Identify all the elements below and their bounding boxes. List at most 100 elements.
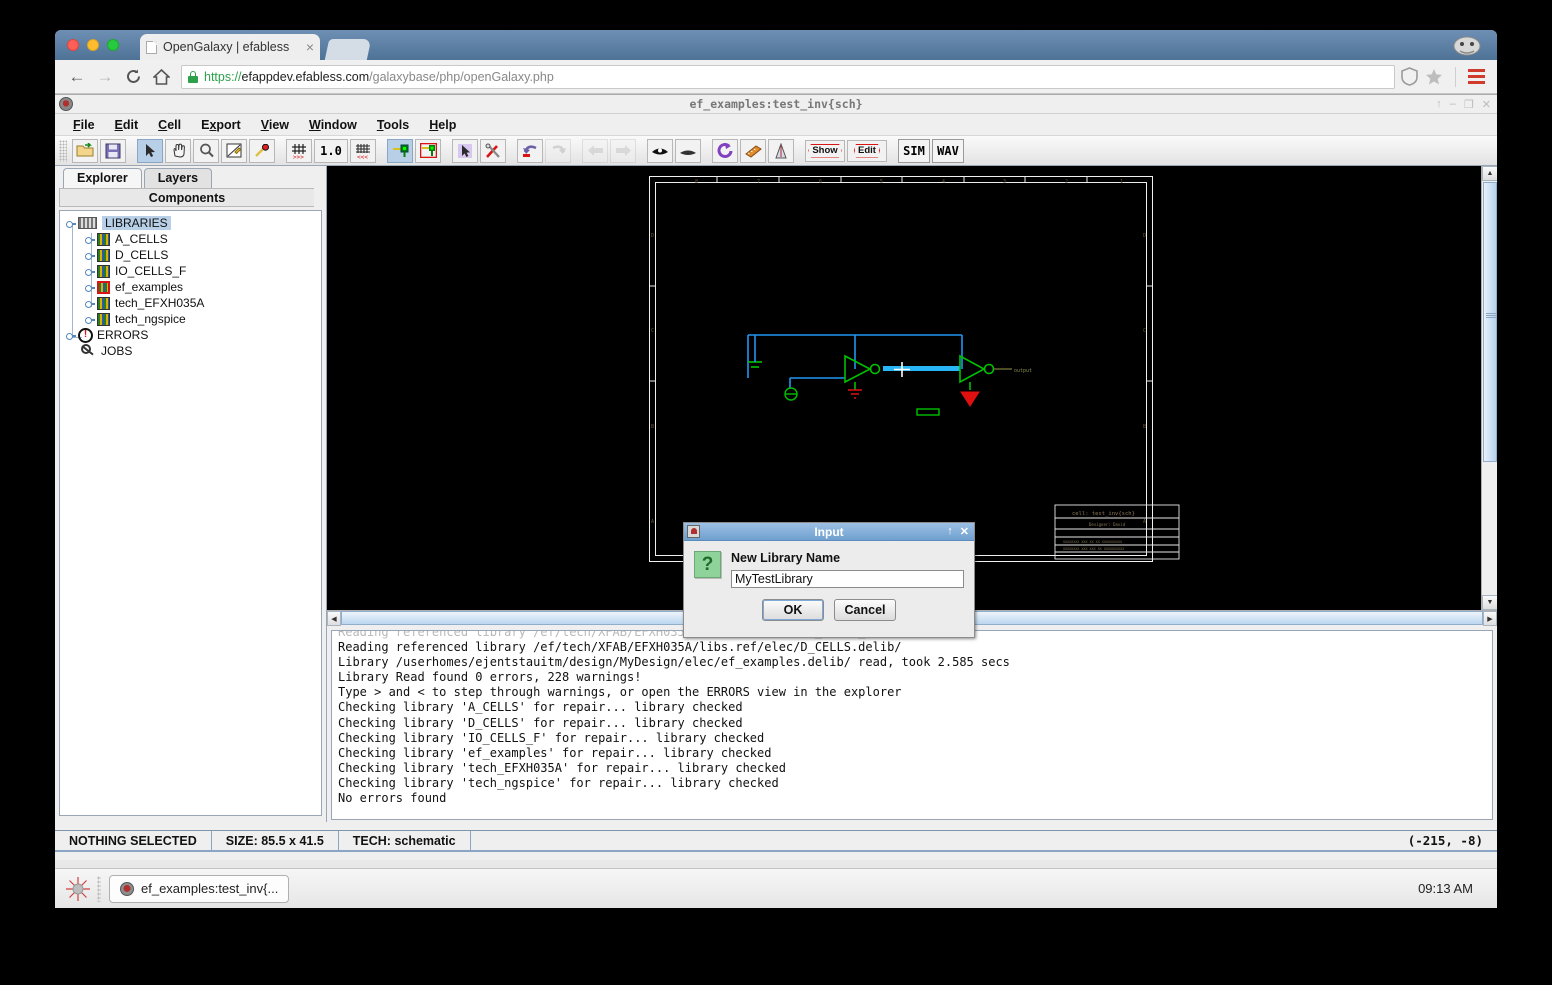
expand-toggle-icon[interactable]	[66, 330, 76, 340]
scroll-up-button[interactable]: ▲	[1482, 166, 1497, 181]
undo-icon[interactable]	[517, 138, 543, 163]
menu-edit[interactable]: Edit	[105, 116, 149, 134]
forward-icon[interactable]: →	[91, 63, 119, 91]
tab-layers[interactable]: Layers	[143, 168, 213, 188]
hide-eye-icon[interactable]	[675, 138, 701, 163]
grid-smaller-icon[interactable]: <<<	[350, 138, 376, 163]
forward-arrow-icon[interactable]	[610, 138, 636, 163]
shield-icon[interactable]	[1401, 67, 1418, 86]
canvas-vertical-scrollbar[interactable]: ▲ ▼	[1481, 166, 1497, 610]
new-tab-button[interactable]	[324, 39, 372, 60]
measure-icon[interactable]	[249, 138, 275, 163]
components-header: Components	[59, 188, 314, 207]
minimize-window-button[interactable]	[87, 39, 99, 51]
tree-node-a-cells[interactable]: A_CELLS	[60, 231, 321, 247]
expand-toggle-icon[interactable]	[66, 218, 76, 228]
save-disk-icon[interactable]	[100, 138, 126, 163]
address-bar[interactable]: https://efappdev.efabless.com/galaxybase…	[181, 64, 1395, 89]
tab-explorer[interactable]: Explorer	[63, 168, 142, 188]
expand-toggle-icon[interactable]	[85, 282, 95, 292]
menu-tools[interactable]: Tools	[367, 116, 419, 134]
tree-node-ef-examples[interactable]: ef_examples	[60, 279, 321, 295]
scroll-right-button[interactable]: ▶	[1483, 611, 1497, 626]
port-green-icon[interactable]	[387, 138, 413, 163]
redo-icon[interactable]	[545, 138, 571, 163]
close-window-button[interactable]: ✕	[1482, 98, 1491, 111]
tree-node-io-cells-f[interactable]: IO_CELLS_F	[60, 263, 321, 279]
tree-node-tech-efxh035a[interactable]: tech_EFXH035A	[60, 295, 321, 311]
menu-view[interactable]: View	[251, 116, 299, 134]
vertical-scroll-thumb[interactable]	[1483, 182, 1497, 462]
drc-icon[interactable]	[768, 138, 794, 163]
menu-export[interactable]: Export	[191, 116, 251, 134]
system-menu-icon[interactable]	[65, 876, 91, 902]
console-log-line: Checking library 'tech_ngspice' for repa…	[338, 775, 779, 790]
expand-toggle-icon[interactable]	[85, 314, 95, 324]
ruler-icon[interactable]	[740, 138, 766, 163]
ok-button[interactable]: OK	[762, 599, 824, 621]
menu-help[interactable]: Help	[419, 116, 466, 134]
cursor-highlight-icon[interactable]	[452, 138, 478, 163]
tree-node-errors[interactable]: ! ERRORS	[60, 327, 321, 343]
close-icon[interactable]: ×	[300, 39, 314, 55]
show-button[interactable]: Show	[805, 139, 845, 162]
tree-label: ERRORS	[97, 328, 149, 342]
port-red-icon[interactable]	[415, 138, 441, 163]
rotate-icon[interactable]	[712, 138, 738, 163]
open-folder-icon[interactable]	[72, 138, 98, 163]
expand-toggle-icon[interactable]	[85, 234, 95, 244]
menu-window[interactable]: Window	[299, 116, 367, 134]
browser-tab[interactable]: OpenGalaxy | efabless ×	[140, 34, 320, 60]
tree-node-libraries[interactable]: LIBRARIES	[60, 215, 321, 231]
pan-hand-icon[interactable]	[165, 138, 191, 163]
dialog-close-button[interactable]: ✕	[960, 525, 969, 538]
menu-file[interactable]: File	[63, 116, 105, 134]
dialog-float-button[interactable]: ↑	[947, 525, 953, 538]
close-window-button[interactable]	[67, 39, 79, 51]
library-icon	[97, 248, 110, 262]
reload-icon[interactable]	[119, 63, 147, 91]
edit-button[interactable]: Edit	[847, 139, 887, 162]
scroll-down-button[interactable]: ▼	[1482, 595, 1497, 610]
maximize-window-button[interactable]	[107, 39, 119, 51]
wire-edit-icon[interactable]	[221, 138, 247, 163]
tree-node-tech-ngspice[interactable]: tech_ngspice	[60, 311, 321, 327]
expand-toggle-icon[interactable]	[85, 250, 95, 260]
browser-menu-icon[interactable]	[1468, 69, 1485, 84]
tools-cross-icon[interactable]	[480, 138, 506, 163]
minimize-window-button[interactable]: –	[1450, 98, 1456, 110]
select-arrow-icon[interactable]	[137, 138, 163, 163]
scroll-left-button[interactable]: ◀	[327, 611, 341, 626]
sim-button[interactable]: SIM	[898, 138, 930, 163]
toolbar-drag-handle[interactable]	[59, 139, 67, 162]
new-library-name-input[interactable]	[731, 570, 964, 588]
input-dialog: Input ↑ ✕ ? New Library Name OK Cancel	[683, 522, 975, 638]
back-arrow-icon[interactable]	[582, 138, 608, 163]
app-title-bar: ef_examples:test_inv{sch} ↑ – ❐ ✕	[55, 95, 1497, 114]
svg-text:D: D	[1143, 233, 1146, 239]
explorer-tab-strip: Explorer Layers	[55, 166, 326, 188]
library-tree[interactable]: LIBRARIES A_CELLS D_CELLS IO_CELLS_F ef_…	[59, 210, 322, 816]
menu-cell[interactable]: Cell	[148, 116, 191, 134]
wav-button[interactable]: WAV	[932, 138, 964, 163]
taskbar-window-button[interactable]: ef_examples:test_inv{...	[109, 874, 290, 903]
library-icon	[97, 232, 110, 246]
message-console[interactable]: Reading referenced library /ef/tech/XFAB…	[331, 630, 1493, 820]
home-icon[interactable]	[147, 63, 175, 91]
console-log-line: No errors found	[338, 791, 447, 806]
expand-toggle-icon[interactable]	[85, 266, 95, 276]
back-icon[interactable]: ←	[63, 63, 91, 91]
taskbar-drag-handle[interactable]	[97, 875, 101, 902]
tree-node-jobs[interactable]: JOBS	[60, 343, 321, 359]
zoom-magnifier-icon[interactable]	[193, 138, 219, 163]
cancel-button[interactable]: Cancel	[834, 599, 896, 621]
grid-size-value[interactable]: 1.0	[314, 138, 348, 163]
expand-toggle-icon[interactable]	[85, 298, 95, 308]
grid-larger-icon[interactable]: >>>	[286, 138, 312, 163]
float-window-button[interactable]: ↑	[1436, 98, 1442, 110]
star-icon[interactable]	[1425, 68, 1443, 86]
peek-eye-icon[interactable]	[647, 138, 673, 163]
tree-node-d-cells[interactable]: D_CELLS	[60, 247, 321, 263]
maximize-window-button[interactable]: ❐	[1464, 98, 1474, 111]
svg-text:A: A	[651, 519, 654, 525]
